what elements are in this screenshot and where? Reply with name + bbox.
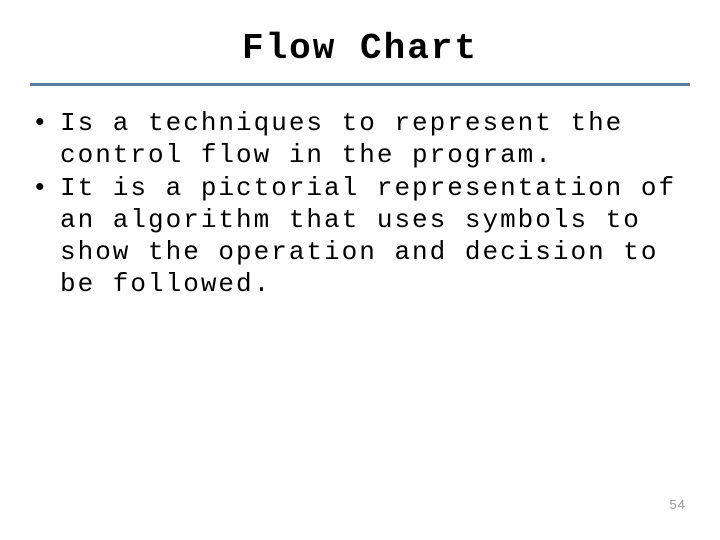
slide: Flow Chart Is a techniques to represent …	[0, 0, 720, 540]
page-number: 54	[670, 497, 686, 512]
slide-title: Flow Chart	[30, 28, 690, 69]
bullet-list: Is a techniques to represent the control…	[30, 108, 690, 300]
title-divider	[30, 83, 690, 86]
list-item: It is a pictorial representation of an a…	[30, 173, 690, 300]
list-item: Is a techniques to represent the control…	[30, 108, 690, 171]
